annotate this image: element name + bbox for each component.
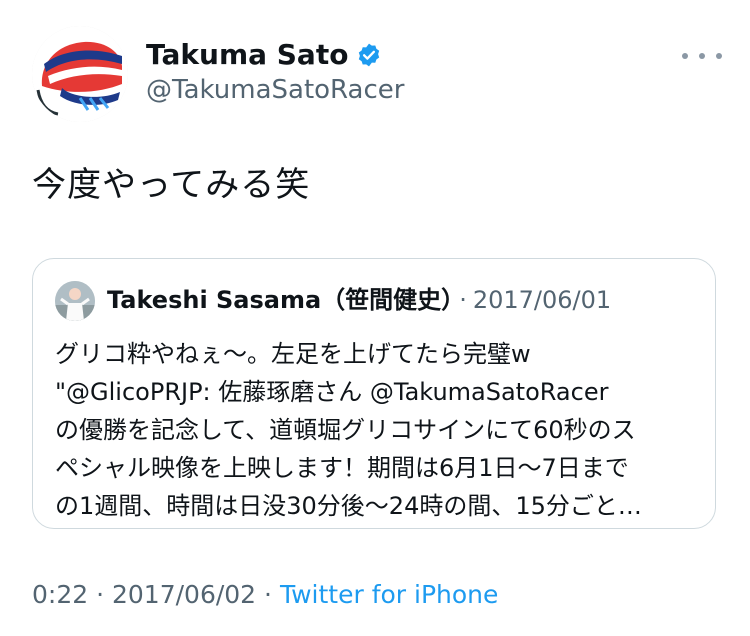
more-dots-icon (682, 53, 688, 59)
meta-separator: · (96, 580, 105, 609)
tweet-detail: Takuma Sato @TakumaSatoRacer 今度やってみる笑 Ta… (0, 0, 750, 636)
verified-badge-icon (356, 42, 382, 68)
author-name[interactable]: Takuma Sato (146, 38, 382, 72)
tweet-meta: 0:22 · 2017/06/02 · Twitter for iPhone (32, 578, 498, 612)
person-photo-icon (55, 281, 95, 321)
quoted-tweet-text: グリコ粋やねぇ〜。左足を上げてたら完璧w "@GlicoPRJP: 佐藤琢磨さん… (55, 335, 705, 525)
quoted-text-line: の優勝を記念して、道頓堀グリコサインにて60秒のス (55, 416, 636, 444)
quoted-tweet-card[interactable]: Takeshi Sasama（笹間健史） · 2017/06/01 グリコ粋やねぇ〜… (32, 258, 716, 529)
quoted-date: 2017/06/01 (472, 286, 612, 314)
quoted-text-line: "@GlicoPRJP: 佐藤琢磨さん @TakumaSatoRacer (55, 378, 609, 406)
more-options-button[interactable] (682, 46, 722, 66)
quoted-text-line: の1週間、時間は日没30分後〜24時の間、15分ごと… (55, 492, 642, 520)
quoted-tweet-header: Takeshi Sasama（笹間健史） · 2017/06/01 (107, 283, 611, 317)
quoted-author-name: Takeshi Sasama（笹間健史） (107, 286, 454, 314)
tweet-text: 今度やってみる笑 (32, 165, 311, 205)
quoted-text-line: グリコ粋やねぇ〜。左足を上げてたら完璧w (55, 340, 531, 368)
author-name-text: Takuma Sato (146, 38, 349, 71)
quoted-author-avatar (55, 281, 95, 321)
quoted-separator: · (459, 286, 467, 314)
author-handle[interactable]: @TakumaSatoRacer (146, 74, 404, 106)
more-dots-icon (699, 53, 705, 59)
tweet-source-link[interactable]: Twitter for iPhone (280, 580, 498, 609)
more-dots-icon (716, 53, 722, 59)
tweet-date[interactable]: 2017/06/02 (112, 580, 256, 609)
author-avatar[interactable] (32, 26, 128, 122)
meta-separator: · (264, 580, 272, 609)
helmet-avatar-image (32, 26, 128, 122)
quoted-text-line: ペシャル映像を上映します！期間は6月1日〜7日まで (55, 454, 629, 482)
tweet-time: 0:22 (32, 580, 89, 609)
